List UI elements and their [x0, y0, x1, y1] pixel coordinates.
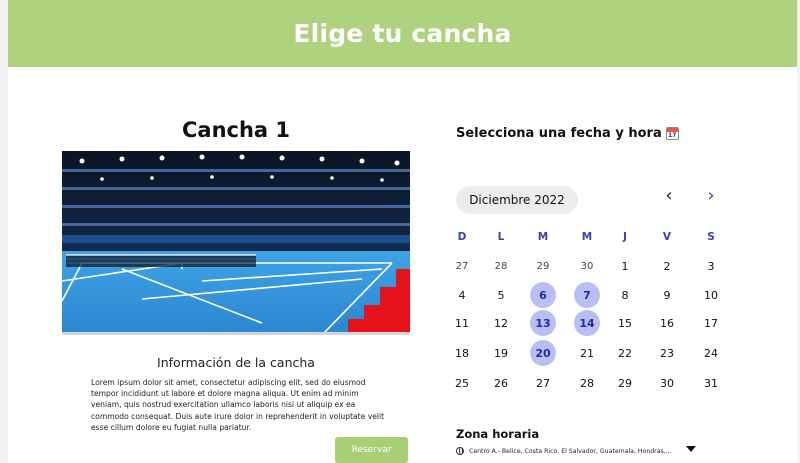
calendar-day: 18 [455, 346, 469, 360]
calendar-day: 16 [660, 316, 674, 330]
weekday-label: S [707, 231, 715, 243]
calendar-day: 27 [455, 260, 469, 272]
weekday-label: D [457, 231, 467, 243]
date-time-heading-label: Selecciona una fecha y hora [456, 126, 662, 141]
calendar-day: 5 [497, 288, 505, 302]
calendar-day: 26 [494, 376, 508, 390]
calendar-day: 2 [663, 259, 671, 273]
calendar-day: 27 [536, 376, 550, 390]
chevron-left-icon[interactable]: ‹ [658, 184, 680, 206]
calendar-day: 1 [621, 259, 629, 273]
calendar-day: 21 [580, 346, 594, 360]
calendar-day: 25 [455, 376, 469, 390]
weekday-label: M [537, 231, 549, 243]
calendar-emoji-icon [665, 127, 679, 140]
page-header: Elige tu cancha [8, 0, 797, 67]
calendar-day: 19 [494, 346, 508, 360]
calendar-day: 3 [707, 259, 715, 273]
weekday-label: J [623, 231, 627, 243]
calendar-day: 10 [704, 288, 718, 302]
calendar-day-available[interactable]: 13 [530, 310, 556, 336]
calendar-day: 12 [494, 316, 508, 330]
calendar-day: 30 [580, 260, 594, 272]
calendar-day: 31 [704, 376, 718, 390]
calendar-day: 28 [580, 376, 594, 390]
calendar-day: 24 [704, 346, 718, 360]
calendar-day: 9 [663, 288, 671, 302]
month-selector[interactable]: Diciembre 2022 [456, 186, 578, 214]
calendar-day: 22 [618, 346, 632, 360]
calendar-day: 17 [704, 316, 718, 330]
page-title: Elige tu cancha [293, 19, 512, 48]
dropdown-arrow-icon[interactable] [686, 446, 696, 452]
calendar-day: 29 [536, 260, 550, 272]
timezone-value: Centro A.- Belice, Costa Rico, El Salvad… [469, 447, 672, 455]
calendar-day-available[interactable]: 14 [574, 310, 600, 336]
calendar-day-available[interactable]: 7 [574, 282, 600, 308]
calendar-day: 15 [618, 316, 632, 330]
calendar-day: 28 [494, 260, 508, 272]
weekday-label: L [497, 231, 505, 243]
calendar-day: 4 [458, 288, 466, 302]
calendar-day-available[interactable]: 6 [530, 282, 556, 308]
court-title: Cancha 1 [181, 118, 291, 142]
reserve-button[interactable]: Reservar [335, 437, 408, 463]
timezone-title: Zona horaria [456, 427, 540, 441]
calendar-day-available[interactable]: 20 [530, 340, 556, 366]
calendar-day: 8 [621, 288, 629, 302]
globe-icon [456, 447, 464, 455]
calendar-day: 30 [660, 376, 674, 390]
weekday-label: V [662, 231, 672, 243]
weekday-label: M [581, 231, 593, 243]
chevron-right-icon[interactable]: › [700, 184, 722, 206]
date-time-heading: Selecciona una fecha y hora [456, 126, 679, 141]
timezone-select[interactable]: Centro A.- Belice, Costa Rico, El Salvad… [456, 444, 696, 458]
calendar-day: 23 [660, 346, 674, 360]
calendar-day: 11 [455, 316, 469, 330]
court-image [62, 151, 410, 335]
calendar-day: 29 [618, 376, 632, 390]
court-info-title: Información de la cancha [157, 355, 315, 370]
court-info-text: Lorem ipsum dolor sit amet, consectetur … [91, 378, 385, 432]
